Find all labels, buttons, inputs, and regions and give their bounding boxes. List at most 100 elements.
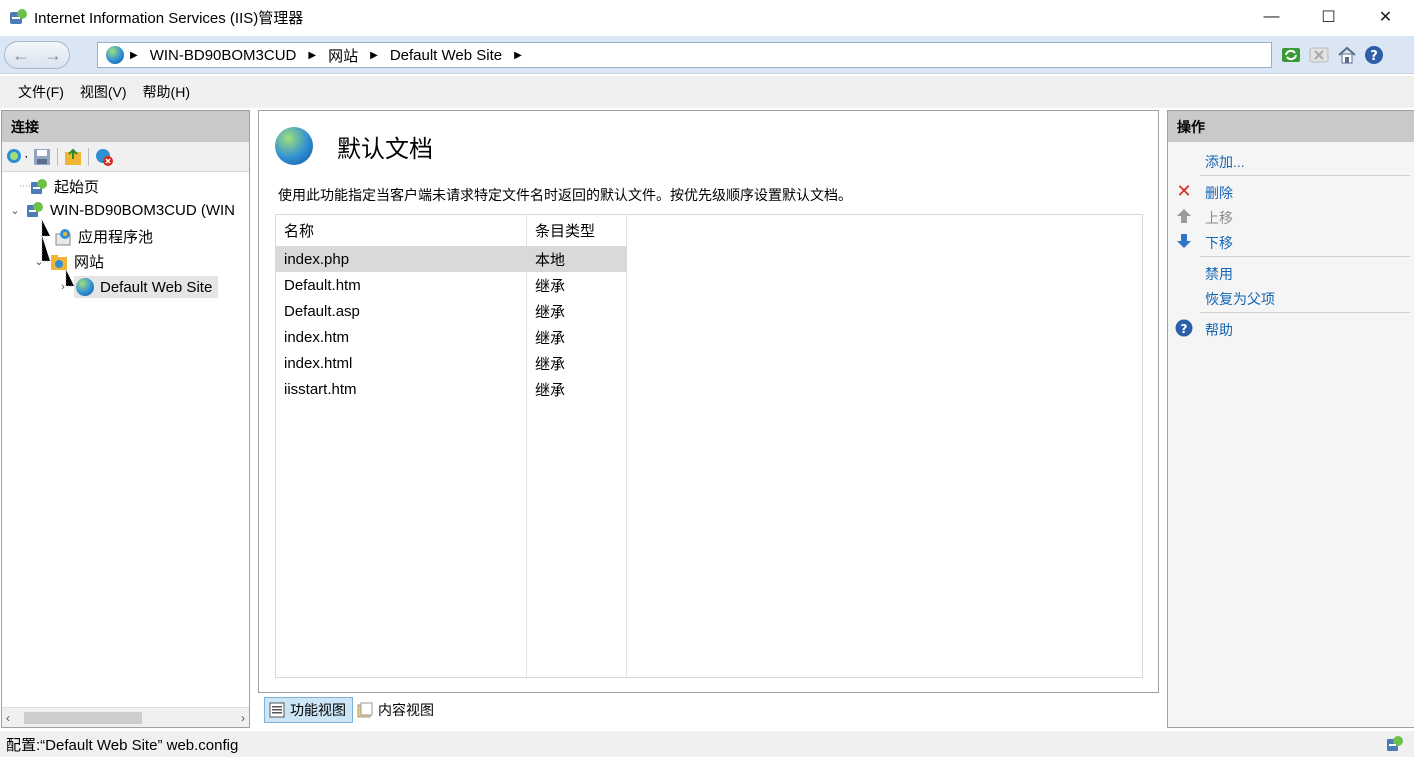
action-disable[interactable]: 禁用 [1205, 264, 1233, 284]
home-icon[interactable] [1336, 44, 1358, 66]
tree-item-label: 网站 [74, 254, 105, 271]
scroll-right-icon[interactable]: › [241, 711, 245, 725]
content-view-icon [357, 702, 373, 718]
scroll-thumb[interactable] [24, 712, 142, 724]
minimize-button[interactable]: — [1243, 0, 1300, 34]
breadcrumb-server[interactable]: WIN-BD90BOM3CUD [150, 47, 297, 64]
row-name: Default.asp [284, 302, 360, 320]
tree-item-default-web-site[interactable]: › Default Web Site [56, 276, 219, 298]
tree-item-app-pools[interactable]: 应用程序池 [54, 226, 153, 247]
menu-help[interactable]: 帮助(H) [143, 82, 190, 102]
actions-header: 操作 [1168, 111, 1414, 142]
collapse-icon[interactable]: ⌄ [8, 204, 22, 217]
breadcrumb-arrow-icon[interactable]: ▶ [308, 50, 316, 61]
tree-item-label: 起始页 [54, 179, 100, 196]
move-up-icon [1175, 207, 1193, 225]
window-title: Internet Information Services (IIS)管理器 [34, 9, 304, 27]
maximize-button[interactable]: ☐ [1300, 0, 1357, 34]
action-move-down[interactable]: 下移 [1205, 233, 1233, 253]
tree-item-server[interactable]: ⌄ WIN-BD90BOM3CUD (WIN [8, 201, 235, 219]
globe-icon [275, 127, 313, 165]
row-name: Default.htm [284, 276, 361, 294]
selected-node[interactable]: Default Web Site [74, 276, 219, 298]
breadcrumb[interactable]: ▶ WIN-BD90BOM3CUD ▶ 网站 ▶ Default Web Sit… [97, 42, 1272, 68]
iis-app-icon [8, 8, 28, 26]
refresh-icon[interactable] [1280, 44, 1302, 66]
forward-button[interactable]: → [44, 45, 62, 66]
up-folder-icon[interactable] [62, 146, 84, 168]
connections-tree: 起始页 ⌄ WIN-BD90BOM3CUD (WIN 应用程序池 ⌄ 网站 › … [2, 172, 249, 692]
connect-dropdown-icon[interactable] [5, 146, 27, 168]
action-delete[interactable]: 删除 [1205, 183, 1233, 203]
breadcrumb-default-web-site[interactable]: Default Web Site [390, 47, 502, 64]
tab-features-view[interactable]: 功能视图 [264, 697, 353, 723]
table-row[interactable]: index.php 本地 [276, 246, 627, 272]
column-header-type[interactable]: 条目类型 [535, 220, 595, 241]
expand-icon[interactable]: › [56, 281, 70, 293]
back-button[interactable]: ← [12, 45, 30, 66]
tab-label: 功能视图 [290, 702, 346, 718]
page-title: 默认文档 [337, 136, 433, 163]
tab-content-view[interactable]: 内容视图 [353, 697, 440, 723]
menu-view[interactable]: 视图(V) [80, 82, 127, 102]
save-icon[interactable] [31, 146, 53, 168]
nav-buttons: ← → [4, 41, 70, 69]
table-row[interactable]: index.htm 继承 [276, 324, 627, 350]
connections-header: 连接 [2, 111, 249, 142]
title-bar: Internet Information Services (IIS)管理器 —… [0, 0, 1414, 34]
action-revert-to-parent[interactable]: 恢复为父项 [1205, 289, 1275, 309]
table-row[interactable]: iisstart.htm 继承 [276, 376, 627, 402]
action-separator [1200, 175, 1410, 176]
sites-folder-icon [50, 253, 68, 271]
connections-toolbar [2, 142, 249, 172]
row-name: index.php [284, 250, 350, 268]
row-type: 本地 [535, 251, 566, 269]
view-tabs: 功能视图 内容视图 [264, 697, 440, 723]
status-text: 配置:“Default Web Site” web.config [6, 736, 239, 754]
svg-text:?: ? [1370, 49, 1378, 64]
action-help[interactable]: 帮助 [1205, 320, 1233, 340]
table-row[interactable]: index.html 继承 [276, 350, 627, 376]
address-bar: ← → ▶ WIN-BD90BOM3CUD ▶ 网站 ▶ Default Web… [0, 36, 1414, 74]
breadcrumb-arrow-icon[interactable]: ▶ [514, 50, 522, 61]
breadcrumb-sites[interactable]: 网站 [328, 45, 358, 66]
disconnect-icon[interactable] [93, 146, 115, 168]
tree-item-label: Default Web Site [100, 278, 213, 296]
server-icon [26, 201, 44, 219]
action-add[interactable]: 添加... [1205, 152, 1245, 172]
move-down-icon [1175, 232, 1193, 250]
table-row[interactable]: Default.asp 继承 [276, 298, 627, 324]
svg-text:?: ? [1181, 322, 1188, 336]
row-type: 继承 [535, 381, 566, 399]
breadcrumb-arrow-icon[interactable]: ▶ [370, 50, 378, 61]
close-button[interactable]: ✕ [1357, 0, 1414, 34]
help-dropdown-icon[interactable]: ? [1364, 44, 1386, 66]
row-name: index.html [284, 354, 353, 372]
table-row[interactable]: Default.htm 继承 [276, 272, 627, 298]
row-type: 继承 [535, 329, 566, 347]
app-pool-icon [54, 228, 72, 246]
toolbar-separator [57, 147, 58, 166]
help-icon: ? [1175, 319, 1193, 337]
server-status-icon [1386, 735, 1406, 753]
breadcrumb-arrow-icon[interactable]: ▶ [130, 50, 138, 61]
globe-icon [106, 46, 124, 64]
stop-icon[interactable] [1308, 44, 1330, 66]
collapse-icon[interactable]: ⌄ [32, 255, 46, 268]
toolbar-separator [88, 147, 89, 166]
delete-icon: ✕ [1176, 180, 1192, 201]
menu-file[interactable]: 文件(F) [18, 82, 64, 102]
row-type: 继承 [535, 277, 566, 295]
scroll-left-icon[interactable]: ‹ [6, 711, 10, 725]
row-type: 继承 [535, 303, 566, 321]
tab-label: 内容视图 [378, 702, 434, 718]
actions-pane: 操作 添加... ✕ 删除 上移 下移 禁用 恢复为父项 ? 帮助 [1167, 110, 1414, 728]
tree-item-start-page[interactable]: 起始页 [30, 176, 99, 197]
tree-item-sites[interactable]: ⌄ 网站 [32, 251, 104, 272]
tree-item-label: 应用程序池 [78, 229, 154, 246]
action-separator [1200, 256, 1410, 257]
column-header-name[interactable]: 名称 [284, 220, 314, 241]
action-move-up[interactable]: 上移 [1205, 208, 1233, 228]
horizontal-scrollbar[interactable]: ‹ › [2, 707, 249, 727]
row-type: 继承 [535, 355, 566, 373]
